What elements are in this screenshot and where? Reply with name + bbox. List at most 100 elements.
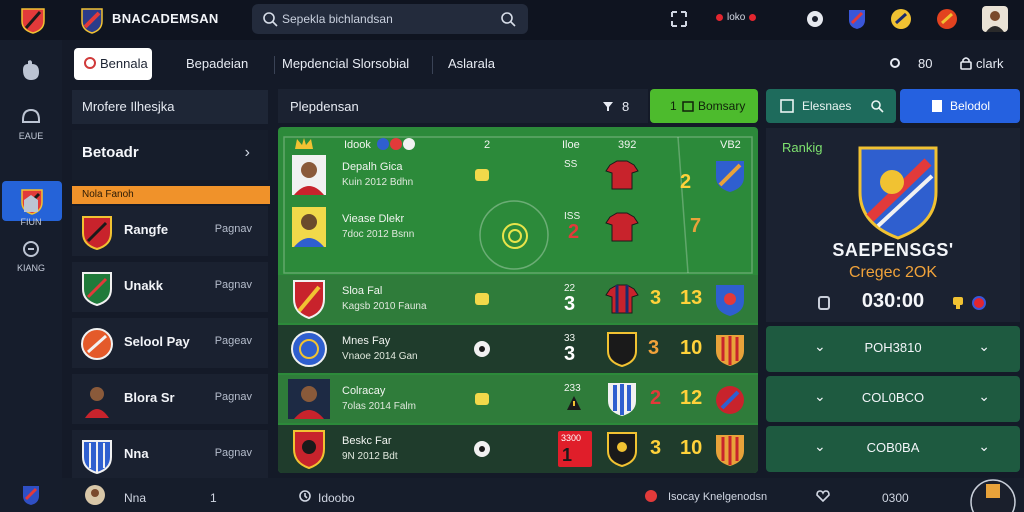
tab-label: Belodol [950,99,991,113]
glove-icon [23,60,39,80]
rail-label: FIUN [20,217,42,227]
lock-icon[interactable] [960,56,972,70]
rail-label: KIANG [16,263,45,273]
ball-icon [474,341,490,357]
player-sub: Vnaoe 2014 Gan [342,351,418,362]
helmet-icon [22,108,40,123]
list-item[interactable]: Rangfe Pagnav [72,206,268,256]
player-avatar[interactable] [84,484,106,506]
player-name: Mnes Fay [342,335,391,347]
accordion-item[interactable]: ⌄ COB0BA ⌄ [766,426,1020,472]
live-status[interactable]: loko [716,12,757,23]
club-list-panel: Mrofere Ilhesjka Betoadr › Nola Fanoh Ra… [70,90,270,480]
row-score: 2 [680,171,692,193]
row-value: 10 [680,337,703,359]
club-crest-icon [82,272,112,306]
table-row[interactable]: Mnes Fay Vnaoe 2014 Gan 33 3 3 10 [278,325,758,373]
ball-icon[interactable] [804,8,826,30]
circle-icon [84,57,96,69]
flags-icon [377,138,415,150]
list-item[interactable]: Selool Pay Pageav [72,318,268,368]
list-item[interactable]: Nna Pagnav [72,430,268,480]
rail-item-kiang[interactable]: KIANG [0,238,62,273]
club-crest-icon [608,383,636,416]
club-crest-icon [716,435,744,466]
club-crest-icon [291,331,327,367]
tab-label: Bennala [100,56,148,71]
tab-label: Mepdencial Slorsobial [282,56,410,71]
warning-icon [567,396,581,410]
rail-home[interactable] [0,58,62,87]
record-icon[interactable] [972,296,986,310]
search-icon[interactable] [870,99,884,113]
player-name: Depalh Gica [342,161,403,173]
club-name: Rangfe [124,222,169,237]
bottom-item[interactable]: Idoobo [318,491,355,505]
tab-bepadeian[interactable]: Bepadeian [172,48,262,80]
club-crest-icon[interactable] [890,8,912,30]
table-row[interactable]: Depalh Gica Kuin 2012 Bdhn SS 2 [278,151,758,199]
tab-mepdencial[interactable]: Mepdencial Slorsobial [268,48,423,80]
section-title: Betoadr [82,144,139,161]
tab-label: Elesnaes [802,99,852,113]
score-badge-code: 3300 [561,433,582,443]
tab-bennala[interactable]: Bennala [74,48,152,80]
left-rail: EAUE FIUN KIANG [0,40,62,512]
header-col1: Iloe [562,139,580,151]
club-crest-icon[interactable] [936,8,958,30]
club-crest-icon[interactable] [966,478,1020,512]
live-dot-icon [716,14,723,21]
top-bar: BNACADEMSAN Sepekla bichlandsan loko [0,0,1024,40]
row-value: 2 [650,387,662,409]
header-col2: 392 [618,139,637,151]
trophy-icon [475,293,489,305]
club-meta: Pagnav [214,391,252,403]
bottom-item[interactable]: Isocay Knelgenodsn [668,491,767,503]
table-row[interactable]: Colracay 7olas 2014 Falm 233 2 12 [278,375,758,423]
search-submit-icon[interactable] [500,11,516,27]
search-bar[interactable]: Sepekla bichlandsan [252,4,528,34]
score-badge-value: 1 [562,445,573,465]
player-sub: Kuin 2012 Bdhn [342,177,414,188]
bottom-label: Nna [124,491,147,505]
jersey-icon [605,160,639,190]
club-crest-icon[interactable] [20,484,42,506]
settings-icon[interactable] [888,56,902,70]
row-value: 13 [680,287,703,309]
chat-icon [23,241,39,257]
table-row[interactable]: Viease Dlekr 7doc 2012 Bsnn ISS 2 7 [278,203,758,251]
history-icon[interactable] [298,489,312,503]
avatar[interactable] [982,6,1008,32]
rail-item-fiun[interactable]: FIUN [0,192,62,227]
orange-banner: Nola Fanoh [72,186,270,204]
filter-icon[interactable] [602,100,614,112]
club-logo-icon[interactable] [20,6,46,34]
player-name: Colracay [342,385,386,397]
player-avatar [288,379,330,419]
button-label: Bomsary [698,99,746,113]
bomsary-button[interactable]: 1 Bomsary [650,89,758,123]
count-label: 80 [918,56,933,71]
search-input[interactable]: Sepekla bichlandsan [282,12,393,26]
player-sub: 7doc 2012 Bsnn [342,229,415,240]
table-row[interactable]: Beskc Far 9N 2012 Bdt 3300 1 3 10 [278,425,758,473]
tab-elesnaes[interactable]: Elesnaes [766,89,896,123]
club-crest-icon [293,430,325,469]
expand-icon[interactable] [668,8,690,30]
jersey-icon [605,284,639,314]
tab-aslarala[interactable]: Aslarala [434,48,509,80]
trophy-icon[interactable] [952,296,964,310]
club-crest-icon [607,432,637,467]
tab-belodol[interactable]: Belodol [900,89,1020,123]
list-item[interactable]: Blora Sr Pagnav [72,374,268,424]
accordion-item[interactable]: ⌄ COL0BCO ⌄ [766,376,1020,422]
club-crest-icon[interactable] [846,8,868,30]
table-row[interactable]: Sloa Fal Kagsb 2010 Fauna 22 3 3 13 [278,275,758,323]
bottom-num: 1 [210,491,217,505]
accordion-item[interactable]: ⌄ POH3810 ⌄ [766,326,1020,372]
heart-icon[interactable] [816,490,830,502]
list-section[interactable]: Betoadr › [72,130,268,180]
list-item[interactable]: Unakk Pagnav [72,262,268,312]
rail-item-eaue[interactable]: EAUE [0,106,62,141]
alert-icon[interactable] [644,489,658,503]
